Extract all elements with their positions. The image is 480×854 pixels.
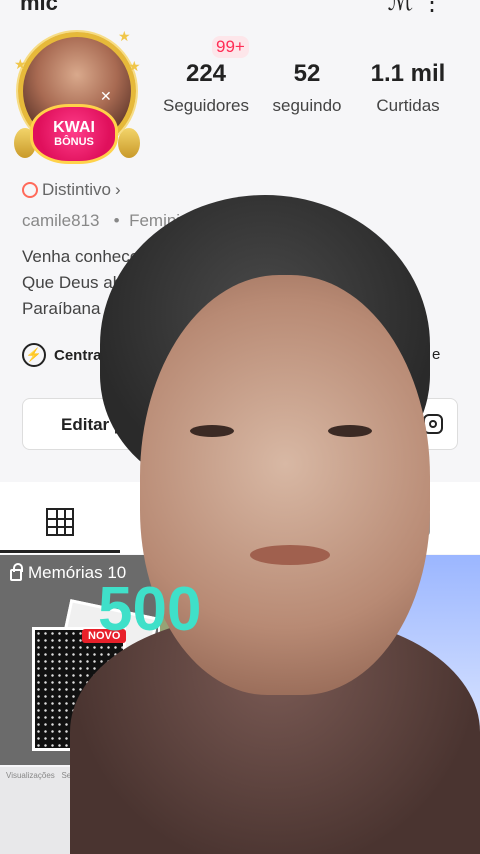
overlay-mouth	[250, 545, 330, 565]
badge-line1: KWAI	[53, 119, 95, 136]
stat-seguindo[interactable]: 52 seguindo	[264, 60, 350, 116]
avatar[interactable]: ★ ★ ★ ✕ KWAI BÔNUS	[14, 28, 142, 178]
overlay-eye	[190, 425, 234, 437]
star-icon: ★	[14, 56, 27, 72]
stat-label: seguindo	[272, 96, 342, 115]
top-right-icons[interactable]: ℳ ⋮	[388, 0, 444, 17]
right-wing-decoration	[118, 128, 140, 158]
mini-label: Visualizações	[6, 771, 55, 780]
kwai-bonus-badge[interactable]: KWAI BÔNUS	[30, 104, 118, 164]
stat-seguidores[interactable]: 224 Seguidores	[160, 60, 252, 116]
close-icon[interactable]: ✕	[100, 88, 112, 105]
stat-curtidas[interactable]: 1.1 mil Curtidas	[366, 60, 450, 116]
stat-value: 52	[293, 60, 321, 87]
badge-line2: BÔNUS	[54, 136, 94, 148]
lock-icon	[10, 563, 23, 581]
overlay-eye	[328, 425, 372, 437]
notification-badge: 99+	[212, 36, 249, 58]
badge-icon	[22, 182, 38, 198]
profile-screen: mic ℳ ⋮ ★ ★ ★ ✕ KWAI BÔNUS 99+ 224 Segui…	[0, 0, 480, 854]
stat-value: 224	[185, 60, 227, 87]
star-icon: ★	[118, 28, 131, 44]
stat-label: Curtidas	[376, 96, 440, 115]
stat-value: 1.1 mil	[370, 60, 446, 87]
profile-name-partial: mic	[20, 0, 58, 15]
stat-label: Seguidores	[162, 96, 249, 115]
overlay-number: 500	[98, 575, 202, 644]
lightning-icon: ⚡	[22, 343, 46, 367]
star-icon: ★	[128, 58, 141, 74]
selfie-overlay	[70, 195, 480, 854]
